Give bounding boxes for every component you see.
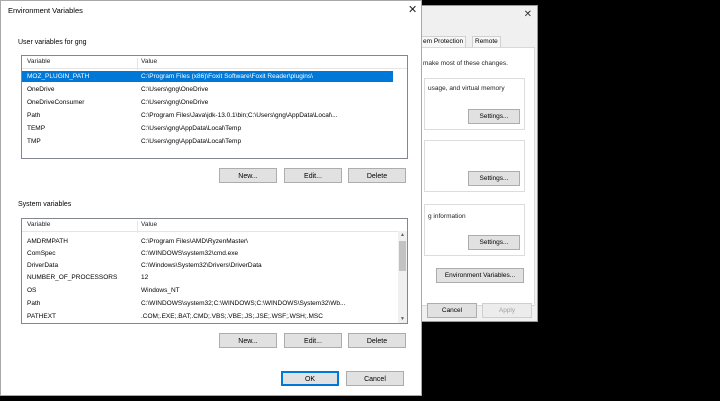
sysprops-apply-button[interactable]: Apply [482, 303, 532, 318]
var-value: C:\Windows\System32\Drivers\DriverData [141, 262, 262, 269]
user-var-row[interactable]: OneDrive C:\Users\gng\OneDrive [22, 84, 393, 95]
var-name: MOZ_PLUGIN_PATH [27, 73, 90, 80]
system-new-button[interactable]: New... [219, 333, 277, 348]
sysprops-cancel-button[interactable]: Cancel [427, 303, 477, 318]
var-name: PATHEXT [27, 313, 57, 320]
var-name: OneDriveConsumer [27, 99, 85, 106]
system-variables-list[interactable]: Variable Value AMDRMPATH C:\Program File… [21, 218, 408, 324]
var-name: OS [27, 287, 37, 294]
startup-recovery-group: g information Settings... [424, 204, 525, 256]
system-delete-button[interactable]: Delete [348, 333, 406, 348]
user-var-row[interactable]: OneDriveConsumer C:\Users\gng\OneDrive [22, 97, 393, 108]
column-header-variable[interactable]: Variable [27, 221, 50, 228]
admin-notice: make most of these changes. [423, 60, 508, 67]
sysprops-tabs: em Protection Remote [414, 36, 537, 47]
user-variables-label: User variables for gng [18, 39, 87, 46]
advanced-tab-panel: make most of these changes. usage, and v… [417, 47, 535, 306]
system-var-row[interactable]: ComSpec C:\WINDOWS\system32\cmd.exe [22, 248, 397, 259]
cancel-button[interactable]: Cancel [346, 371, 404, 386]
var-name: DriverData [27, 262, 59, 269]
system-var-row[interactable]: AMDRMPATH C:\Program Files\AMD\RyzenMast… [22, 236, 397, 247]
user-edit-button[interactable]: Edit... [284, 168, 342, 183]
column-header-value[interactable]: Value [141, 58, 157, 65]
var-value: C:\Program Files (x86)\Foxit Software\Fo… [141, 73, 313, 80]
startup-settings-button[interactable]: Settings... [468, 235, 520, 250]
system-properties-dialog: ✕ em Protection Remote make most of thes… [413, 5, 538, 322]
var-value: C:\Users\gng\AppData\Local\Temp [141, 138, 242, 145]
var-value: C:\WINDOWS\system32;C:\WINDOWS;C:\WINDOW… [141, 300, 346, 307]
var-name: Path [27, 300, 41, 307]
user-var-row[interactable]: TEMP C:\Users\gng\AppData\Local\Temp [22, 123, 393, 134]
var-value: C:\WINDOWS\system32\cmd.exe [141, 250, 239, 257]
startup-text: g information [428, 213, 466, 220]
system-variables-label: System variables [18, 201, 72, 208]
user-delete-button[interactable]: Delete [348, 168, 406, 183]
user-profiles-group: Settings... [424, 140, 525, 192]
tab-remote[interactable]: Remote [472, 36, 501, 47]
var-value: C:\Program Files\AMD\RyzenMaster\ [141, 238, 248, 245]
column-header-variable[interactable]: Variable [27, 58, 50, 65]
system-list-header: Variable Value [22, 219, 407, 233]
user-new-button[interactable]: New... [219, 168, 277, 183]
var-value: C:\Users\gng\OneDrive [141, 86, 209, 93]
scrollbar-thumb[interactable] [399, 241, 406, 271]
system-list-scrollbar[interactable]: ▲ ▼ [398, 231, 407, 323]
environment-variables-dialog: Environment Variables ✕ User variables f… [0, 0, 422, 396]
var-value: 12 [141, 274, 149, 281]
scroll-down-icon[interactable]: ▼ [398, 315, 407, 323]
var-name: TMP [27, 138, 41, 145]
dialog-title: Environment Variables [8, 6, 83, 15]
environment-variables-button[interactable]: Environment Variables... [436, 268, 524, 283]
column-divider[interactable] [137, 58, 138, 70]
ok-button[interactable]: OK [281, 371, 339, 386]
scroll-up-icon[interactable]: ▲ [398, 231, 407, 239]
user-var-row[interactable]: TMP C:\Users\gng\AppData\Local\Temp [22, 136, 393, 147]
column-header-value[interactable]: Value [141, 221, 157, 228]
user-list-header: Variable Value [22, 56, 407, 70]
var-name: ComSpec [27, 250, 56, 257]
system-var-row[interactable]: DriverData C:\Windows\System32\Drivers\D… [22, 260, 397, 271]
var-value: C:\Users\gng\OneDrive [141, 99, 209, 106]
system-edit-button[interactable]: Edit... [284, 333, 342, 348]
column-divider[interactable] [137, 221, 138, 233]
var-name: TEMP [27, 125, 46, 132]
var-value: C:\Users\gng\AppData\Local\Temp [141, 125, 242, 132]
var-value: C:\Program Files\Java\jdk-13.0.1\bin;C:\… [141, 112, 338, 119]
var-value: Windows_NT [141, 287, 180, 294]
var-name: Path [27, 112, 41, 119]
close-icon[interactable]: ✕ [408, 3, 417, 16]
user-var-row[interactable]: Path C:\Program Files\Java\jdk-13.0.1\bi… [22, 110, 393, 121]
profiles-settings-button[interactable]: Settings... [468, 171, 520, 186]
system-var-row[interactable]: Path C:\WINDOWS\system32;C:\WINDOWS;C:\W… [22, 298, 397, 309]
var-name: NUMBER_OF_PROCESSORS [27, 274, 118, 281]
var-name: AMDRMPATH [27, 238, 68, 245]
system-var-row[interactable]: NUMBER_OF_PROCESSORS 12 [22, 272, 397, 283]
var-value: .COM;.EXE;.BAT;.CMD;.VBS;.VBE;.JS;.JSE;.… [141, 313, 323, 320]
close-icon[interactable]: ✕ [524, 9, 532, 20]
system-var-row[interactable]: PATHEXT .COM;.EXE;.BAT;.CMD;.VBS;.VBE;.J… [22, 311, 397, 322]
performance-settings-button[interactable]: Settings... [468, 109, 520, 124]
system-var-row[interactable]: OS Windows_NT [22, 285, 397, 296]
performance-group: usage, and virtual memory Settings... [424, 78, 525, 130]
user-var-row[interactable]: MOZ_PLUGIN_PATH C:\Program Files (x86)\F… [22, 71, 393, 82]
var-name: OneDrive [27, 86, 55, 93]
performance-text: usage, and virtual memory [428, 85, 505, 92]
tab-system-protection[interactable]: em Protection [420, 36, 467, 47]
user-variables-list[interactable]: Variable Value MOZ_PLUGIN_PATH C:\Progra… [21, 55, 408, 159]
